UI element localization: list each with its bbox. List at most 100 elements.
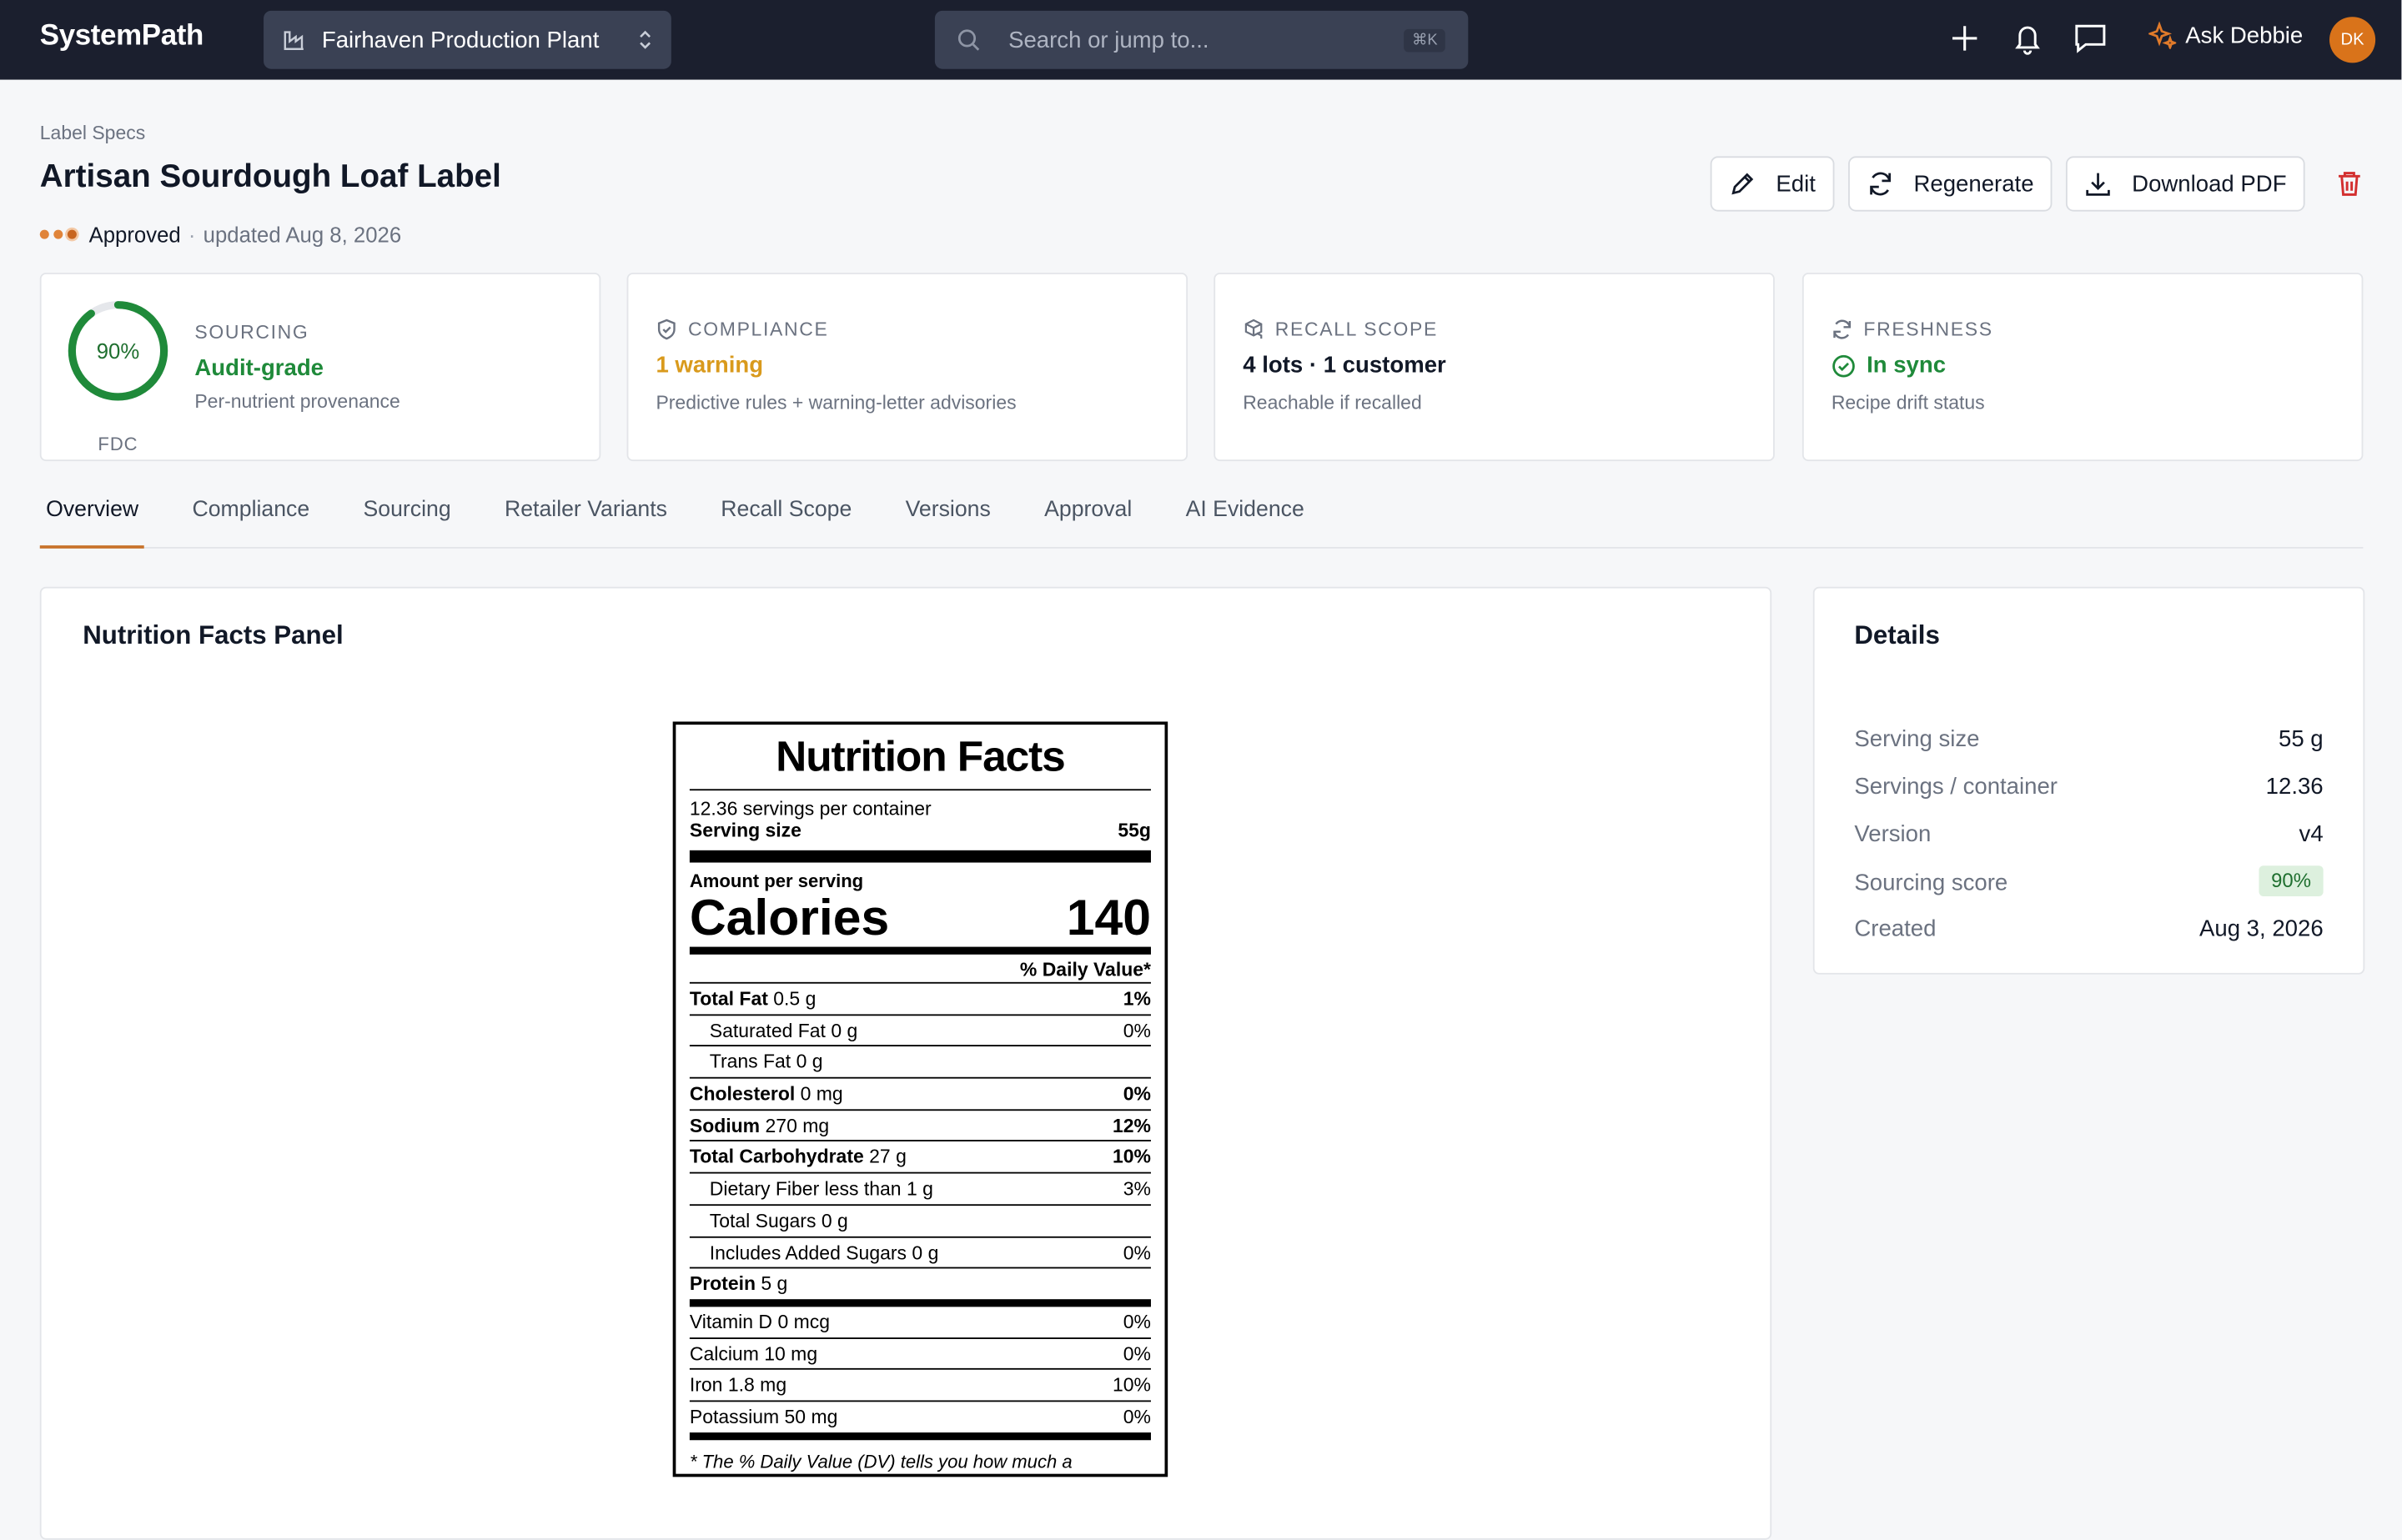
plus-icon[interactable] [1949,22,1980,55]
nf-nutrient-dv: 0% [1123,1020,1151,1041]
sourcing-card-label: SOURCING [194,321,309,344]
status-separator: · [188,222,196,247]
search-placeholder: Search or jump to... [1008,27,1209,53]
user-avatar[interactable]: DK [2329,17,2376,63]
ask-debbie-button[interactable]: Ask Debbie [2139,21,2304,49]
tab-retailer-variants[interactable]: Retailer Variants [499,498,674,547]
freshness-card-subtitle: Recipe drift status [1831,392,1985,414]
header-actions: Edit Regenerate Download PDF [1710,156,2361,212]
nf-row-total-fat: Total Fat 0.5 g 1% [689,984,1151,1016]
plant-name: Fairhaven Production Plant [321,27,600,53]
progress-dot [67,229,77,239]
sync-icon [1832,319,1864,340]
tab-recall-scope[interactable]: Recall Scope [715,498,858,547]
nf-nutrient-dv: 0% [1123,1342,1151,1365]
factory-icon [282,28,306,52]
nutrition-facts-panel: Nutrition Facts Panel Nutrition Facts 12… [39,586,1772,1540]
tab-versions[interactable]: Versions [899,498,997,547]
nf-calories-label: Calories [689,888,890,946]
nf-nutrient-amount: less than 1 g [824,1178,933,1200]
nf-nutrient-name: Vitamin D [689,1311,773,1333]
search-shortcut: ⌘K [1404,28,1445,52]
shield-check-icon [656,319,688,340]
compliance-card-subtitle: Predictive rules + warning-letter adviso… [656,392,1017,414]
detail-row-sourcing-score: Sourcing score 90% [1854,865,2324,896]
ask-debbie-label: Ask Debbie [2185,22,2304,48]
nf-nutrient-amount: 0 g [912,1242,939,1264]
recall-scope-card[interactable]: RECALL SCOPE 4 lots · 1 customer Reachab… [1214,273,1775,462]
top-bar: SystemPath Fairhaven Production Plant Se… [0,0,2402,80]
plant-selector[interactable]: Fairhaven Production Plant [264,10,671,69]
compliance-card[interactable]: COMPLIANCE 1 warning Predictive rules + … [626,273,1188,462]
nf-nutrient-dv: 0% [1123,1242,1151,1264]
trash-icon[interactable] [2337,170,2361,198]
nf-nutrient-amount: 0 g [831,1020,858,1041]
status-line: Approved · updated Aug 8, 2026 [39,222,401,247]
detail-label: Sourcing score [1854,870,2008,896]
nf-nutrient-dv: 0% [1123,1311,1151,1333]
nf-row-iron: Iron 1.8 mg 10% [689,1370,1151,1402]
check-circle-icon [1832,354,1867,378]
details-heading: Details [1854,620,1940,650]
nf-nutrient-amount: 27 g [869,1146,907,1168]
detail-row-version: Version v4 [1854,821,2323,847]
edit-button[interactable]: Edit [1710,156,1834,212]
sourcing-score-ring: 90% FDC [66,298,170,455]
download-label: Download PDF [2132,170,2287,198]
nf-nutrient-name: Total Carbohydrate [689,1146,864,1168]
details-panel: Details Serving size 55 g Servings / con… [1812,586,2365,975]
nf-nutrient-dv: 1% [1123,988,1151,1010]
nf-nutrient-name: Potassium [689,1406,780,1428]
nf-row-sodium: Sodium 270 mg 12% [689,1111,1151,1142]
tab-ai-evidence[interactable]: AI Evidence [1179,498,1310,547]
tab-sourcing[interactable]: Sourcing [357,498,457,547]
detail-label: Servings / container [1854,773,2058,800]
regenerate-button[interactable]: Regenerate [1847,156,2053,212]
boxes-icon [1243,319,1275,340]
nf-nutrient-name: Includes Added Sugars [709,1242,907,1264]
nutrition-facts-label: Nutrition Facts 12.36 servings per conta… [672,721,1168,1477]
tab-overview[interactable]: Overview [39,498,146,549]
nf-nutrient-name: Cholesterol [689,1083,796,1105]
message-icon[interactable] [2073,22,2107,55]
nf-nutrient-dv: 10% [1112,1146,1151,1168]
nf-nutrient-dv: 0% [1123,1406,1151,1428]
tab-approval[interactable]: Approval [1038,498,1138,547]
bell-icon[interactable] [2013,22,2043,55]
nf-nutrient-amount: 0.5 g [773,988,817,1010]
nf-nutrient-amount: 0 mg [800,1083,843,1105]
nf-nutrient-dv: 10% [1112,1374,1151,1397]
nf-row-added-sugars: Includes Added Sugars 0 g 0% [689,1237,1151,1269]
detail-label: Version [1854,820,1932,848]
detail-row-created: Created Aug 3, 2026 [1854,916,2323,942]
nf-calories: Calories 140 [689,888,1151,955]
nf-nutrient-name: Dietary Fiber [709,1178,820,1200]
detail-row-servings-container: Servings / container 12.36 [1854,774,2323,800]
nf-calories-value: 140 [1066,888,1151,946]
nf-row-total-sugars: Total Sugars 0 g [689,1206,1151,1237]
progress-dot [53,229,63,239]
freshness-card[interactable]: FRESHNESS In sync Recipe drift status [1802,273,2364,462]
nf-nutrient-dv: 3% [1123,1178,1151,1200]
freshness-card-value: In sync [1867,352,1947,379]
search-bar[interactable]: Search or jump to... ⌘K [934,10,1469,69]
nf-row-trans-fat: Trans Fat 0 g [689,1047,1151,1079]
pencil-icon [1728,170,1776,198]
nf-serving-size: Serving size 55g [689,820,1151,863]
nf-nutrient-amount: 0 g [821,1210,848,1232]
nf-serving-size-label: Serving size [689,820,802,841]
nf-nutrient-name: Total Sugars [709,1210,817,1232]
detail-label: Serving size [1854,725,1980,753]
app-logo[interactable]: SystemPath [40,20,204,53]
download-pdf-button[interactable]: Download PDF [2066,156,2305,212]
nf-nutrient-amount: 0 g [796,1051,823,1073]
nf-nutrient-name: Sodium [689,1115,761,1136]
download-icon [2084,170,2132,198]
sourcing-card[interactable]: 90% FDC SOURCING Audit-grade Per-nutrien… [39,273,601,462]
tab-compliance[interactable]: Compliance [186,498,315,547]
page-title: Artisan Sourdough Loaf Label [39,159,501,195]
sourcing-ring-caption: FDC [98,434,138,455]
breadcrumb[interactable]: Label Specs [40,123,145,144]
recall-card-value: 4 lots · 1 customer [1243,352,1446,379]
nf-nutrient-amount: 1.8 mg [727,1374,787,1397]
